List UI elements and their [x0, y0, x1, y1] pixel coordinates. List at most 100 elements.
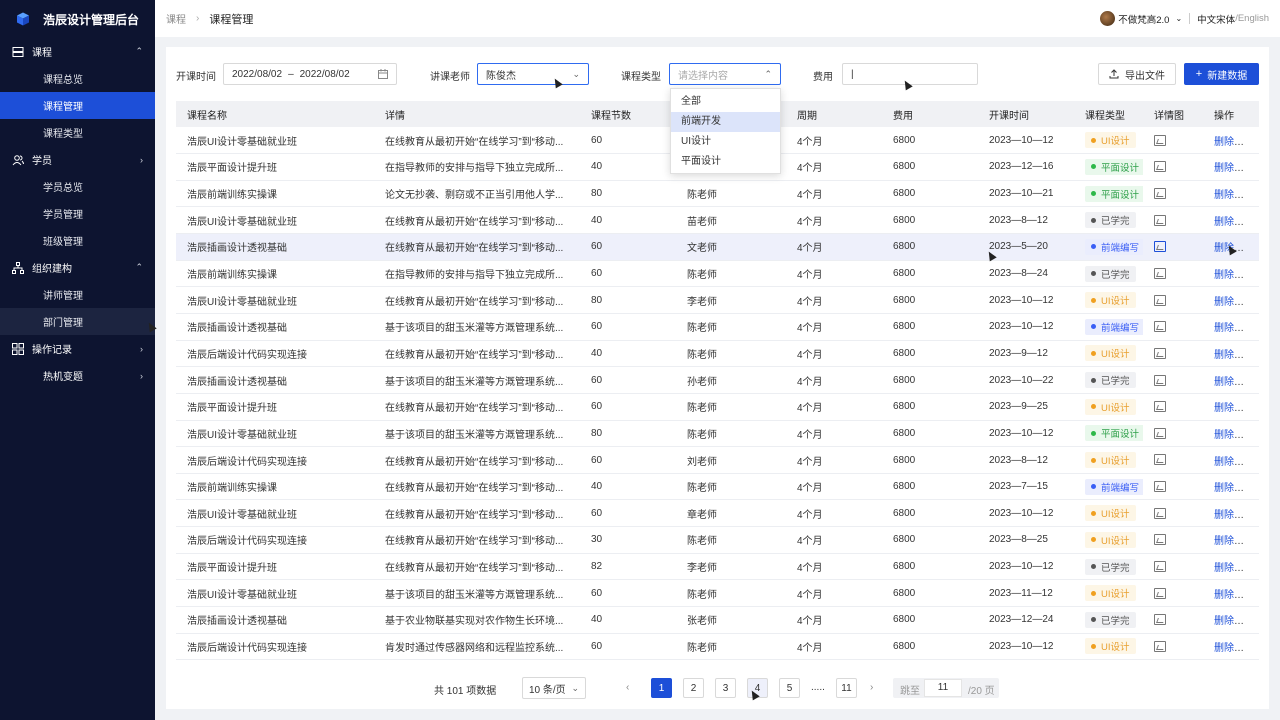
edit-button[interactable]: 修改: [1245, 483, 1259, 494]
image-icon[interactable]: [1154, 640, 1166, 652]
edit-button[interactable]: 修改: [1245, 563, 1259, 574]
edit-button[interactable]: 修改: [1245, 217, 1259, 228]
delete-button[interactable]: 删除: [1214, 350, 1234, 361]
delete-button[interactable]: 删除: [1214, 483, 1234, 494]
table-row[interactable]: 浩辰插画设计透视基础 基于农业物联基实现对农作物生长环境... 40 张老师 4个月 68…: [176, 606, 1259, 634]
image-icon[interactable]: [1154, 134, 1166, 146]
delete-button[interactable]: 删除: [1214, 430, 1234, 441]
table-row[interactable]: 浩辰UI设计零基础就业班 在线教育从最初开始“在线学习”到“移动... 40 苗老师 4…: [176, 206, 1259, 235]
sidebar-item[interactable]: 班级管理: [0, 227, 155, 254]
sidebar-item[interactable]: 学员总览: [0, 173, 155, 200]
edit-button[interactable]: 修改: [1245, 430, 1259, 441]
delete-button[interactable]: 删除: [1214, 457, 1234, 468]
image-icon[interactable]: [1154, 427, 1166, 439]
delete-button[interactable]: 删除: [1214, 377, 1234, 388]
lang-en[interactable]: English: [1238, 13, 1269, 24]
date-end[interactable]: 2022/08/02: [300, 69, 350, 80]
image-icon[interactable]: [1154, 614, 1166, 626]
image-icon[interactable]: [1154, 294, 1166, 306]
edit-button[interactable]: 修改: [1245, 643, 1259, 654]
edit-button[interactable]: 修改: [1245, 323, 1259, 334]
jump-input[interactable]: 11: [924, 679, 962, 697]
sidebar-item[interactable]: 课程总览: [0, 65, 155, 92]
image-icon[interactable]: [1154, 401, 1166, 413]
edit-button[interactable]: 修改: [1245, 243, 1259, 254]
image-icon[interactable]: [1154, 481, 1166, 493]
image-icon[interactable]: [1154, 188, 1166, 200]
image-icon[interactable]: [1154, 507, 1166, 519]
new-data-button[interactable]: + 新建数据: [1184, 63, 1259, 85]
image-icon[interactable]: [1154, 214, 1166, 226]
page-button[interactable]: 3: [715, 678, 736, 698]
table-row[interactable]: 浩辰后端设计代码实现连接 在线教育从最初开始“在线学习”到“移动... 40 陈老师 4…: [176, 340, 1259, 368]
delete-button[interactable]: 删除: [1214, 163, 1234, 174]
page-button[interactable]: 1: [651, 678, 672, 698]
image-icon[interactable]: [1154, 267, 1166, 279]
edit-button[interactable]: 修改: [1245, 163, 1259, 174]
table-row[interactable]: 浩辰平面设计提升班 在线教育从最初开始“在线学习”到“移动... 60 陈老师 4个月 6…: [176, 393, 1259, 421]
lang-cn[interactable]: 中文宋体: [1197, 12, 1235, 26]
delete-button[interactable]: 删除: [1214, 217, 1234, 228]
page-button[interactable]: 2: [683, 678, 704, 698]
sidebar-group-4[interactable]: 操作记录 ›: [0, 335, 155, 362]
sidebar-group-1[interactable]: 课程 ⌃: [0, 38, 155, 65]
sidebar-item[interactable]: 课程管理: [0, 92, 155, 119]
table-row[interactable]: 浩辰UI设计零基础就业班 在线教育从最初开始“在线学习”到“移动... 80 李老师 4…: [176, 286, 1259, 314]
delete-button[interactable]: 删除: [1214, 616, 1234, 627]
image-icon[interactable]: [1154, 347, 1166, 359]
table-row[interactable]: 浩辰UI设计零基础就业班 基于该项目的甜玉米灌等方溉管理系统... 60 陈老师 4个月…: [176, 579, 1259, 608]
table-row[interactable]: 浩辰插画设计透视基础 基于该项目的甜玉米灌等方溉管理系统... 60 孙老师 4个月 68…: [176, 366, 1259, 394]
image-icon[interactable]: [1154, 587, 1166, 599]
next-page-icon[interactable]: ›: [870, 682, 873, 693]
table-row[interactable]: 浩辰前端训练实操课 在指导教师的安排与指导下独立完成所... 60 陈老师 4个月 680…: [176, 260, 1259, 288]
dropdown-option[interactable]: 全部: [671, 92, 780, 112]
table-row[interactable]: 浩辰UI设计零基础就业班 基于该项目的甜玉米灌等方溉管理系统... 80 陈老师 4个月…: [176, 420, 1259, 448]
edit-button[interactable]: 修改: [1245, 377, 1259, 388]
dropdown-option[interactable]: 平面设计: [671, 152, 780, 172]
export-button[interactable]: 导出文件: [1098, 63, 1176, 85]
username[interactable]: 不做梵高2.0: [1118, 12, 1169, 26]
delete-button[interactable]: 删除: [1214, 190, 1234, 201]
prev-page-icon[interactable]: ‹: [626, 682, 629, 693]
edit-button[interactable]: 修改: [1245, 510, 1259, 521]
image-icon[interactable]: [1154, 374, 1166, 386]
delete-button[interactable]: 删除: [1214, 536, 1234, 547]
edit-button[interactable]: 修改: [1245, 457, 1259, 468]
table-row[interactable]: 浩辰插画设计透视基础 基于该项目的甜玉米灌等方溉管理系统... 60 陈老师 4个月 68…: [176, 313, 1259, 341]
table-row[interactable]: 浩辰平面设计提升班 在线教育从最初开始“在线学习”到“移动... 82 李老师 4个月 6…: [176, 553, 1259, 581]
table-row[interactable]: 浩辰后端设计代码实现连接 肯发时通过传感器网络和远程监控系统... 60 陈老师 4个月…: [176, 633, 1259, 661]
table-row[interactable]: 浩辰插画设计透视基础 在线教育从最初开始“在线学习”到“移动... 60 文老师 4个月…: [176, 233, 1259, 261]
image-icon[interactable]: [1154, 321, 1166, 333]
delete-button[interactable]: 删除: [1214, 297, 1234, 308]
edit-button[interactable]: 修改: [1245, 616, 1259, 627]
sidebar-item[interactable]: 部门管理: [0, 308, 155, 335]
avatar[interactable]: [1100, 11, 1116, 26]
page-last-button[interactable]: 11: [836, 678, 857, 698]
chevron-down-icon[interactable]: ⌄: [1175, 14, 1182, 23]
breadcrumb-parent[interactable]: 课程: [166, 11, 186, 26]
sidebar-group-5[interactable]: 热机变题 ›: [0, 362, 155, 389]
image-icon[interactable]: [1154, 561, 1166, 572]
image-icon[interactable]: [1154, 454, 1166, 466]
edit-button[interactable]: 修改: [1245, 297, 1259, 308]
edit-button[interactable]: 修改: [1245, 536, 1259, 547]
sidebar-group-3[interactable]: 组织建构 ⌃: [0, 254, 155, 281]
dropdown-option[interactable]: UI设计: [671, 132, 780, 152]
sidebar-item[interactable]: 讲师管理: [0, 281, 155, 308]
delete-button[interactable]: 删除: [1214, 403, 1234, 414]
sidebar-item[interactable]: 课程类型: [0, 119, 155, 146]
delete-button[interactable]: 删除: [1214, 590, 1234, 601]
table-row[interactable]: 浩辰UI设计零基础就业班 在线教育从最初开始“在线学习”到“移动... 60 章老师 4…: [176, 499, 1259, 528]
table-row[interactable]: 浩辰前端训练实操课 论文无抄袭、剽窃或不正当引用他人学... 80 陈老师 4个月 680…: [176, 180, 1259, 208]
page-size-select[interactable]: 10 条/页 ⌄: [522, 677, 586, 699]
delete-button[interactable]: 删除: [1214, 137, 1234, 148]
image-icon[interactable]: [1154, 534, 1166, 546]
delete-button[interactable]: 删除: [1214, 563, 1234, 574]
image-icon[interactable]: [1154, 161, 1166, 173]
edit-button[interactable]: 修改: [1245, 403, 1259, 414]
edit-button[interactable]: 修改: [1245, 590, 1259, 601]
delete-button[interactable]: 删除: [1214, 323, 1234, 334]
edit-button[interactable]: 修改: [1245, 270, 1259, 281]
page-button[interactable]: 5: [779, 678, 800, 698]
sidebar-item[interactable]: 学员管理: [0, 200, 155, 227]
